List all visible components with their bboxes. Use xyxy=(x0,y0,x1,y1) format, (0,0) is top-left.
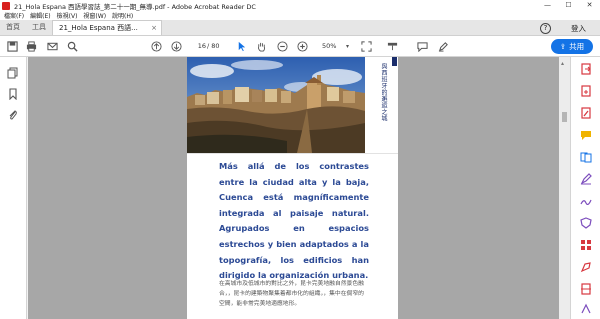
share-label: 共用 xyxy=(569,42,585,51)
window-controls: — ☐ ✕ xyxy=(537,0,600,11)
fill-sign-icon[interactable] xyxy=(580,173,592,185)
toolbar: 16 / 80 50% ▾ ⇪ 共用 xyxy=(0,36,600,57)
menu-window[interactable]: 視窗(W) xyxy=(83,11,106,20)
scrollbar-thumb[interactable] xyxy=(562,112,567,122)
comment-icon[interactable] xyxy=(416,40,429,53)
chevron-down-icon[interactable]: ▾ xyxy=(346,41,349,52)
tab-tools[interactable]: 工具 xyxy=(26,20,52,35)
cuenca-cityscape-photo xyxy=(187,57,365,153)
more-tools-icon[interactable] xyxy=(580,303,592,315)
comment-tool-icon[interactable] xyxy=(580,129,592,141)
print-icon[interactable] xyxy=(25,40,38,53)
select-cursor-icon[interactable] xyxy=(235,40,248,53)
share-button[interactable]: ⇪ 共用 xyxy=(551,39,593,54)
help-icon[interactable]: ? xyxy=(540,22,551,34)
zoom-out-icon[interactable] xyxy=(276,40,289,53)
send-for-signature-icon[interactable] xyxy=(580,195,592,207)
tab-document[interactable]: 21_Hola Espana 西語... × xyxy=(52,20,162,35)
left-navigation-panel xyxy=(0,57,27,319)
vertical-section-title: 與西班牙的邂逅之城 xyxy=(380,63,387,122)
next-page-icon[interactable] xyxy=(170,40,183,53)
menu-help[interactable]: 說明(H) xyxy=(112,11,133,20)
page-side-band: 與西班牙的邂逅之城 xyxy=(365,57,398,153)
save-icon[interactable] xyxy=(6,40,19,53)
chinese-paragraph: 在高城市及低城市的對比之外，昆卡完美地融自然景色融合，，昆卡的建築物聚集着都市化… xyxy=(219,281,364,307)
edit-pdf-icon[interactable] xyxy=(580,107,592,119)
bookmark-icon[interactable] xyxy=(7,88,19,101)
vertical-scrollbar[interactable]: ▴ xyxy=(559,57,570,319)
acrobat-app-icon xyxy=(2,1,10,10)
create-pdf-icon[interactable] xyxy=(580,85,592,97)
search-icon[interactable] xyxy=(66,40,79,53)
export-pdf-icon[interactable] xyxy=(580,63,592,75)
organize-pages-icon[interactable] xyxy=(580,239,592,251)
spanish-paragraph: Más allá de los contrastes entre la ciud… xyxy=(219,161,369,281)
share-icon: ⇪ xyxy=(559,42,567,51)
scroll-mode-icon[interactable] xyxy=(386,40,399,53)
zoom-in-icon[interactable] xyxy=(296,40,309,53)
section-marker xyxy=(392,57,397,66)
right-tools-panel xyxy=(570,57,600,319)
page-total: / 80 xyxy=(207,42,220,50)
menu-bar: 檔案(F) 編輯(E) 檢視(V) 視窗(W) 說明(H) xyxy=(0,11,600,20)
hand-tool-icon[interactable] xyxy=(255,40,268,53)
document-view[interactable]: 與西班牙的邂逅之城 Más allá de los contrastes ent… xyxy=(28,57,559,319)
close-tab-icon[interactable]: × xyxy=(151,21,157,35)
login-link[interactable]: 登入 xyxy=(571,23,586,34)
redact-icon[interactable] xyxy=(580,261,592,273)
email-icon[interactable] xyxy=(46,40,59,53)
title-bar: 21_Hola Espana 西語學習誌_第二十一期_無導.pdf - Adob… xyxy=(0,0,600,11)
menu-view[interactable]: 檢視(V) xyxy=(57,11,78,20)
page-fit-icon[interactable] xyxy=(360,40,373,53)
attachment-icon[interactable] xyxy=(7,109,19,121)
zoom-level[interactable]: 50% xyxy=(322,41,336,52)
pdf-page: 與西班牙的邂逅之城 Más allá de los contrastes ent… xyxy=(187,57,398,319)
menu-edit[interactable]: 編輯(E) xyxy=(30,11,50,20)
close-window-button[interactable]: ✕ xyxy=(579,0,600,11)
tab-bar: 首頁 工具 21_Hola Espana 西語... × ? 登入 xyxy=(0,20,600,36)
scan-ocr-icon[interactable] xyxy=(580,283,592,295)
combine-files-icon[interactable] xyxy=(580,151,592,163)
previous-page-icon[interactable] xyxy=(150,40,163,53)
minimize-button[interactable]: — xyxy=(537,0,558,11)
window-title: 21_Hola Espana 西語學習誌_第二十一期_無導.pdf - Adob… xyxy=(14,2,256,11)
highlight-pen-icon[interactable] xyxy=(437,40,450,53)
page-divider xyxy=(187,153,398,154)
page-number-input[interactable]: 16 xyxy=(193,41,206,52)
protect-icon[interactable] xyxy=(580,217,592,229)
page-thumbnails-icon[interactable] xyxy=(7,67,19,79)
maximize-button[interactable]: ☐ xyxy=(558,0,579,11)
tab-home[interactable]: 首頁 xyxy=(0,20,26,35)
scroll-up-arrow-icon[interactable]: ▴ xyxy=(561,60,564,67)
menu-file[interactable]: 檔案(F) xyxy=(4,11,24,20)
tab-document-label: 21_Hola Espana 西語... xyxy=(59,24,138,32)
